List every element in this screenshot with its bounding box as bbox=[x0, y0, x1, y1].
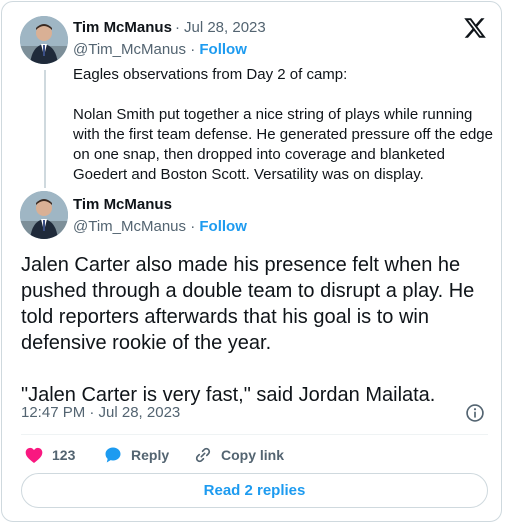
heart-icon bbox=[24, 445, 44, 465]
like-button[interactable]: 123 bbox=[24, 444, 75, 466]
author-handle[interactable]: @Tim_McManus bbox=[73, 218, 186, 235]
quoted-paragraph: Eagles observations from Day 2 of camp: bbox=[73, 66, 348, 83]
like-count: 123 bbox=[52, 447, 76, 463]
tweet-text: Jalen Carter also made his presence felt… bbox=[21, 252, 491, 408]
divider bbox=[21, 434, 488, 435]
avatar[interactable] bbox=[20, 16, 68, 64]
author-handle-line: @Tim_McManus · Follow bbox=[73, 218, 247, 235]
reply-button[interactable]: Reply bbox=[103, 444, 169, 466]
quoted-paragraph: Nolan Smith put together a nice string o… bbox=[73, 106, 493, 183]
thread-connector bbox=[44, 70, 46, 188]
tweet-paragraph: Jalen Carter also made his presence felt… bbox=[21, 254, 475, 354]
author-handle[interactable]: @Tim_McManus bbox=[73, 41, 186, 58]
link-icon bbox=[193, 445, 213, 465]
reply-label: Reply bbox=[131, 447, 170, 463]
read-replies-button[interactable]: Read 2 replies bbox=[21, 473, 488, 508]
tweet-date[interactable]: · Jul 28, 2023 bbox=[172, 19, 266, 36]
avatar[interactable] bbox=[20, 191, 68, 239]
tweet-timestamp[interactable]: 12:47 PM · Jul 28, 2023 bbox=[21, 404, 180, 421]
copy-link-button[interactable]: Copy link bbox=[193, 444, 284, 466]
tweet-date-text: Jul 28, 2023 bbox=[184, 19, 266, 36]
author-name[interactable]: Tim McManus bbox=[73, 196, 172, 213]
copy-link-label: Copy link bbox=[221, 447, 285, 463]
author-handle-line: @Tim_McManus · Follow bbox=[73, 41, 247, 58]
info-icon[interactable] bbox=[465, 403, 485, 423]
embedded-tweet-card: Tim McManus · Jul 28, 2023 @Tim_McManus ·… bbox=[1, 1, 502, 522]
quoted-tweet-text: Eagles observations from Day 2 of camp: … bbox=[73, 65, 493, 185]
speech-bubble-icon bbox=[103, 445, 123, 465]
author-name[interactable]: Tim McManus bbox=[73, 19, 172, 36]
x-logo-icon[interactable] bbox=[463, 16, 487, 40]
follow-link[interactable]: Follow bbox=[199, 41, 247, 58]
follow-link[interactable]: Follow bbox=[199, 218, 247, 235]
